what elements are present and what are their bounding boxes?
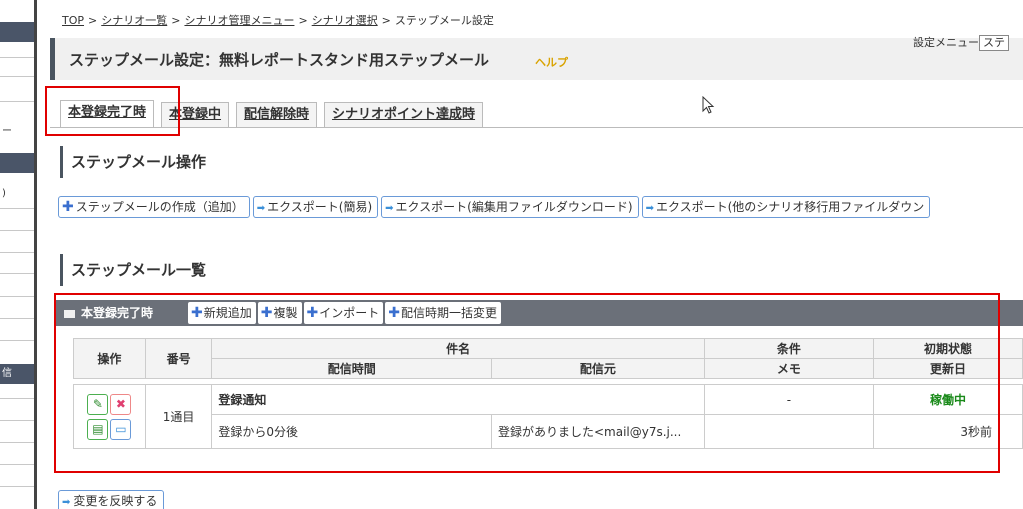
settings-menu-label: 設定メニュー [913, 36, 979, 49]
breadcrumb-scenario-select[interactable]: シナリオ選択 [312, 14, 378, 27]
sidebar: ー ) 信 [0, 0, 37, 509]
help-link[interactable]: ヘルプ [535, 54, 568, 70]
create-step-mail-button[interactable]: ✚ ステップメールの作成（追加） [58, 196, 250, 218]
sidebar-section-header: 信 [0, 364, 34, 384]
tab-scenario-point[interactable]: シナリオポイント達成時 [324, 102, 484, 128]
tab-unsubscribe[interactable]: 配信解除時 [236, 102, 318, 128]
arrow-right-icon: ➡ [62, 497, 71, 508]
export-simple-button[interactable]: ➡ エクスポート(簡易) [252, 196, 379, 218]
settings-menu-select[interactable]: ステ [979, 35, 1009, 51]
sidebar-item-fragment[interactable]: ) [2, 188, 6, 199]
operations-button-row: ✚ ステップメールの作成（追加） ➡ エクスポート(簡易) ➡ エクスポート(編集用ファイ… [58, 196, 933, 218]
export-edit-button[interactable]: ➡ エクスポート(編集用ファイルダウンロード) [381, 196, 639, 218]
highlight-box-tab [45, 86, 180, 136]
breadcrumb-current: ステップメール設定 [394, 14, 494, 27]
apply-changes-button[interactable]: ➡ 変更を反映する [58, 490, 165, 509]
operations-heading: ステップメール操作 [60, 146, 206, 178]
main-content: TOP > シナリオ一覧 > シナリオ管理メニュー > シナリオ選択 > ステップメール設定 ス… [40, 0, 1023, 509]
list-heading: ステップメール一覧 [60, 254, 206, 286]
arrow-right-icon: ➡ [256, 203, 266, 214]
page-title: ステップメール設定：無料レポートスタンド用ステップメール [69, 51, 490, 69]
highlight-box-list [54, 293, 1000, 473]
breadcrumb-scenario-menu[interactable]: シナリオ管理メニュー [184, 14, 294, 27]
arrow-right-icon: ➡ [385, 203, 394, 214]
plus-icon: ✚ [62, 199, 74, 215]
page-title-box: ステップメール設定：無料レポートスタンド用ステップメール ヘルプ [50, 38, 1023, 80]
export-migrate-button[interactable]: ➡ エクスポート(他のシナリオ移行用ファイルダウン [641, 196, 931, 218]
sidebar-section-header [0, 22, 34, 42]
settings-menu: 設定メニュー ステ [913, 34, 1009, 51]
tab-underline [50, 127, 1023, 128]
mouse-cursor-icon [702, 96, 715, 114]
sidebar-item-fragment[interactable]: ー [2, 122, 12, 137]
breadcrumb: TOP > シナリオ一覧 > シナリオ管理メニュー > シナリオ選択 > ステップメール設定 [62, 14, 494, 27]
sidebar-section-label: 信 [2, 368, 12, 379]
arrow-right-icon: ➡ [645, 203, 654, 214]
sidebar-section-header [0, 153, 34, 173]
breadcrumb-scenario-list[interactable]: シナリオ一覧 [101, 14, 167, 27]
breadcrumb-top[interactable]: TOP [62, 14, 84, 27]
